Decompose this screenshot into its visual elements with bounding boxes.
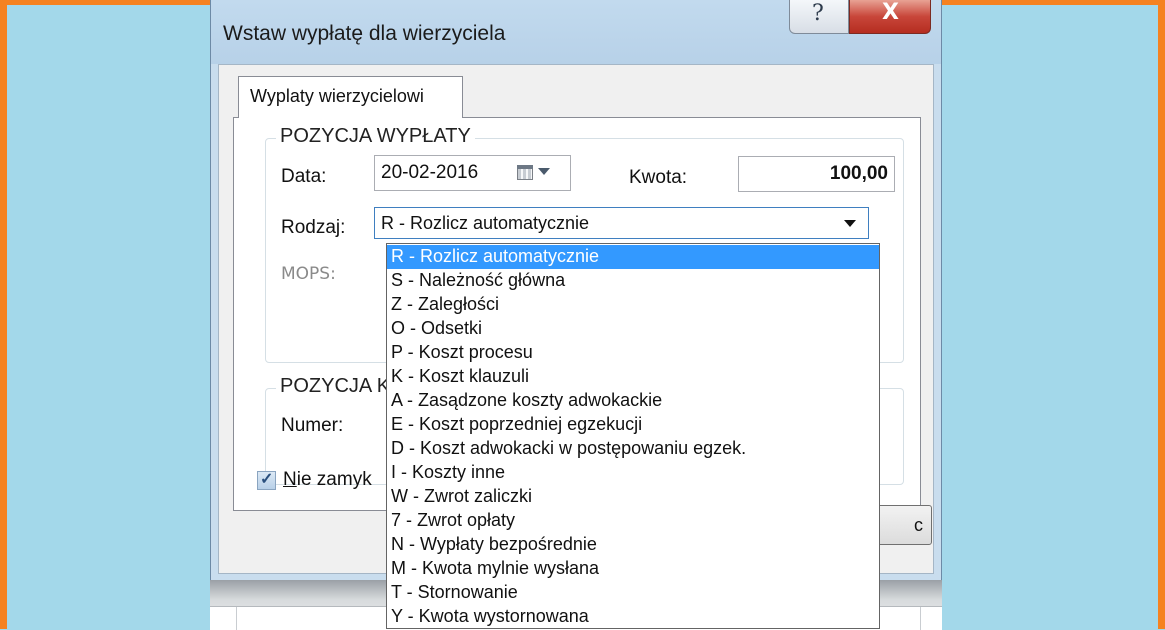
dropdown-item[interactable]: W - Zwrot zaliczki [387, 485, 879, 509]
dropdown-item-label: D - Koszt adwokacki w postępowaniu egzek… [391, 438, 747, 458]
date-label: Data: [281, 166, 327, 187]
help-icon: ? [812, 1, 824, 26]
window-title: Wstaw wypłatę dla wierzyciela [223, 22, 506, 45]
group-legend: POZYCJA WYPŁATY [276, 125, 475, 148]
dropdown-item[interactable]: I - Koszty inne [387, 461, 879, 485]
dropdown-item-label: A - Zasądzone koszty adwokackie [391, 390, 663, 410]
amount-value: 100,00 [829, 163, 888, 184]
dropdown-item[interactable]: N - Wypłaty bezpośrednie [387, 533, 879, 557]
dropdown-item[interactable]: K - Koszt klauzuli [387, 365, 879, 389]
dropdown-item[interactable]: E - Koszt poprzedniej egzekucji [387, 413, 879, 437]
close-button[interactable]: X [849, 0, 931, 34]
desktop-background-right [942, 0, 1158, 629]
dropdown-item[interactable]: Y - Kwota wystornowana [387, 605, 879, 628]
dropdown-item[interactable]: A - Zasądzone koszty adwokackie [387, 389, 879, 413]
dropdown-item-label: Z - Zaległości [391, 294, 500, 314]
dropdown-item-label: P - Koszt procesu [391, 342, 533, 362]
dropdown-item-label: R - Rozlicz automatycznie [391, 246, 600, 266]
dropdown-item-label: E - Koszt poprzedniej egzekucji [391, 414, 643, 434]
checkmark-icon: ✓ [260, 471, 274, 488]
dropdown-item-label: S - Należność główna [391, 270, 566, 290]
checkbox-label-text: Nie zamyk [283, 469, 372, 490]
dropdown-item[interactable]: R - Rozlicz automatycznie [387, 245, 879, 269]
dropdown-item-label: N - Wypłaty bezpośrednie [391, 534, 597, 554]
strip-divider [236, 607, 237, 630]
date-picker[interactable]: 20-02-2016 [374, 155, 571, 191]
tab-label: Wyplaty wierzycielowi [250, 86, 424, 106]
mops-label: MOPS: [281, 264, 336, 284]
type-combobox[interactable]: R - Rozlicz automatycznie [374, 207, 869, 239]
dropdown-item[interactable]: S - Należność główna [387, 269, 879, 293]
dropdown-item[interactable]: T - Stornowanie [387, 581, 879, 605]
type-label: Rodzaj: [281, 217, 346, 238]
type-dropdown-list[interactable]: R - Rozlicz automatycznie S - Należność … [386, 243, 880, 629]
help-button[interactable]: ? [789, 0, 849, 34]
type-value: R - Rozlicz automatycznie [381, 213, 590, 233]
amount-field[interactable]: 100,00 [738, 156, 895, 192]
date-value: 20-02-2016 [381, 162, 479, 183]
desktop-background-left [7, 0, 210, 629]
dropdown-item-label: T - Stornowanie [391, 582, 518, 602]
dropdown-item[interactable]: 7 - Zwrot opłaty [387, 509, 879, 533]
chevron-down-icon[interactable] [844, 220, 856, 227]
orange-frame-left [0, 0, 7, 629]
dropdown-item-label: I - Koszty inne [391, 462, 506, 482]
dropdown-item-label: 7 - Zwrot opłaty [391, 510, 516, 530]
dropdown-item-label: M - Kwota mylnie wysłana [391, 558, 600, 578]
title-bar[interactable]: Wstaw wypłatę dla wierzyciela ? X [211, 0, 941, 64]
chevron-down-icon[interactable] [538, 168, 550, 175]
close-icon: X [882, 0, 899, 25]
tab-wyplaty-wierzycielowi[interactable]: Wyplaty wierzycielowi [238, 76, 463, 118]
orange-frame-right [1158, 0, 1165, 629]
dropdown-item-label: Y - Kwota wystornowana [391, 606, 589, 626]
do-not-close-checkbox[interactable]: ✓ [257, 471, 276, 490]
dropdown-item-label: K - Koszt klauzuli [391, 366, 530, 386]
dropdown-item-label: O - Odsetki [391, 318, 483, 338]
dropdown-item[interactable]: O - Odsetki [387, 317, 879, 341]
dropdown-item[interactable]: Z - Zaległości [387, 293, 879, 317]
dropdown-item[interactable]: M - Kwota mylnie wysłana [387, 557, 879, 581]
amount-label: Kwota: [629, 167, 688, 188]
do-not-close-label[interactable]: Nie zamyk [283, 469, 372, 491]
dropdown-item-label: W - Zwrot zaliczki [391, 486, 532, 506]
dropdown-item[interactable]: D - Koszt adwokacki w postępowaniu egzek… [387, 437, 879, 461]
strip-divider [920, 607, 921, 630]
number-label: Numer: [281, 415, 344, 436]
dropdown-item[interactable]: P - Koszt procesu [387, 341, 879, 365]
dialog-button-label: c [914, 515, 923, 535]
group-legend: POZYCJA K [276, 375, 395, 398]
calendar-icon[interactable] [517, 165, 533, 180]
